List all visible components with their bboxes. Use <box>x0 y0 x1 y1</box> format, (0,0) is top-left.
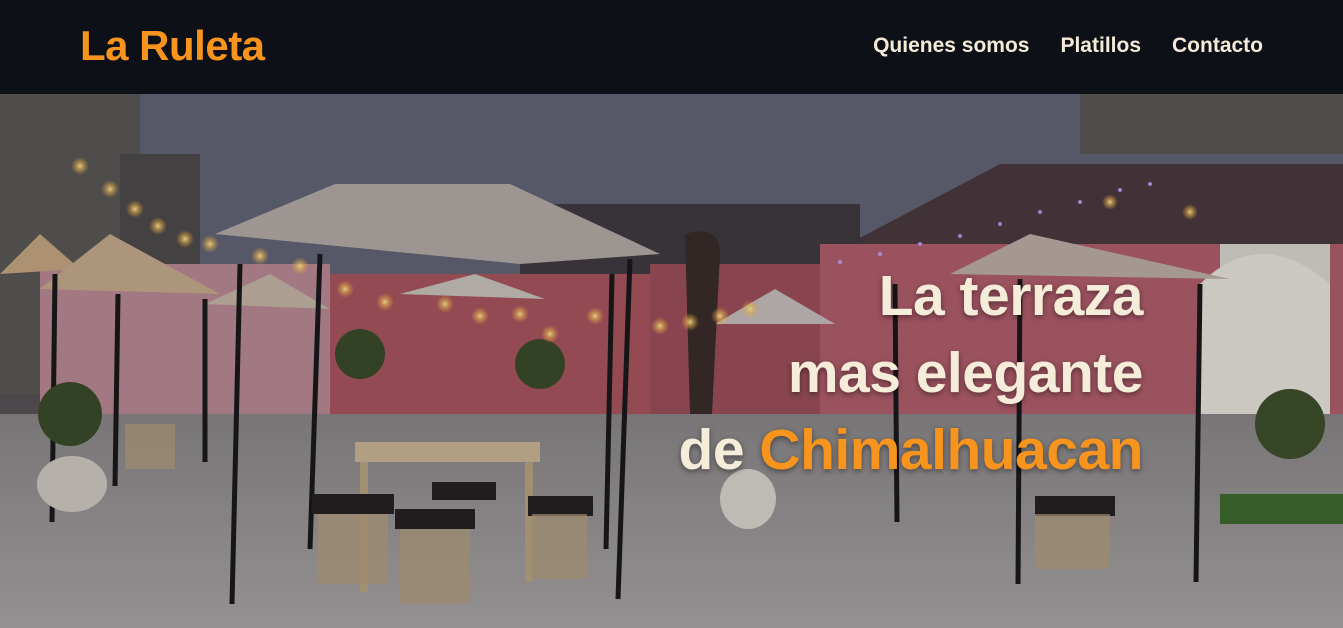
hero-line-3: de Chimalhuacan <box>678 412 1144 489</box>
hero-accent-word: Chimalhuacan <box>759 418 1143 482</box>
hero-line-3-prefix: de <box>678 418 760 482</box>
hero-section: La terraza mas elegante de Chimalhuacan <box>0 94 1343 628</box>
hero-line-1: La terraza <box>878 264 1144 328</box>
hero-line-2: mas elegante <box>787 341 1144 405</box>
navbar: La Ruleta Quienes somos Platillos Contac… <box>0 0 1343 94</box>
nav-link-quienes-somos[interactable]: Quienes somos <box>873 34 1029 58</box>
main-nav: Quienes somos Platillos Contacto <box>873 34 1263 58</box>
brand-logo[interactable]: La Ruleta <box>80 22 265 70</box>
nav-link-platillos[interactable]: Platillos <box>1060 34 1141 58</box>
nav-link-contacto[interactable]: Contacto <box>1172 34 1263 58</box>
hero-headline: La terraza mas elegante de Chimalhuacan <box>678 258 1144 489</box>
